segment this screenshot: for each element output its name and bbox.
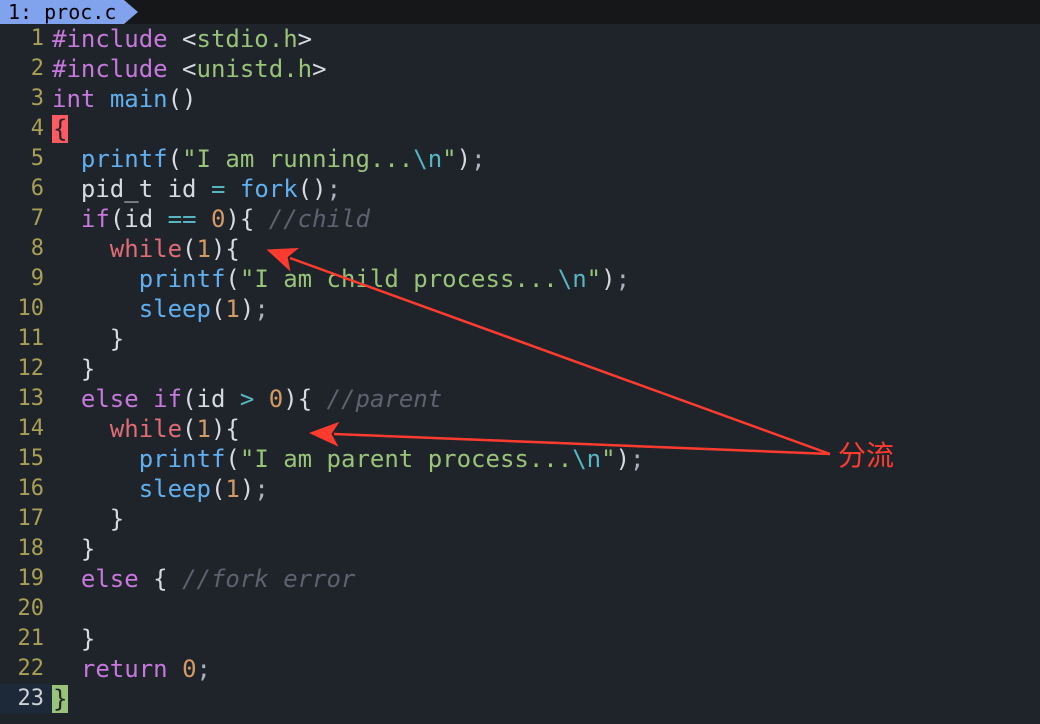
code-line: 20 xyxy=(0,594,1040,624)
code-line: 17 } xyxy=(0,504,1040,534)
line-number: 12 xyxy=(0,354,52,384)
code-line: 19 else { //fork error xyxy=(0,564,1040,594)
code-line: 11 } xyxy=(0,324,1040,354)
line-number: 1 xyxy=(0,24,52,54)
code-line: 9 printf("I am child process...\n"); xyxy=(0,264,1040,294)
code-line: 2 #include <unistd.h> xyxy=(0,54,1040,84)
code-line: 12 } xyxy=(0,354,1040,384)
line-number: 22 xyxy=(0,654,52,684)
code-line: 7 if(id == 0){ //child xyxy=(0,204,1040,234)
line-number: 17 xyxy=(0,504,52,534)
code-editor[interactable]: 1 #include <stdio.h> 2 #include <unistd.… xyxy=(0,24,1040,714)
line-number: 18 xyxy=(0,534,52,564)
line-number: 7 xyxy=(0,204,52,234)
code-line: 8 while(1){ xyxy=(0,234,1040,264)
line-number: 20 xyxy=(0,594,52,624)
code-line: 1 #include <stdio.h> xyxy=(0,24,1040,54)
line-number: 4 xyxy=(0,114,52,144)
tab-bar: 1: proc.c xyxy=(0,0,1040,24)
code-line: 18 } xyxy=(0,534,1040,564)
line-number: 15 xyxy=(0,444,52,474)
line-number: 21 xyxy=(0,624,52,654)
code-line: 22 return 0; xyxy=(0,654,1040,684)
code-line: 16 sleep(1); xyxy=(0,474,1040,504)
line-number: 14 xyxy=(0,414,52,444)
line-number: 5 xyxy=(0,144,52,174)
line-number: 13 xyxy=(0,384,52,414)
line-number: 9 xyxy=(0,264,52,294)
line-number: 2 xyxy=(0,54,52,84)
line-number: 11 xyxy=(0,324,52,354)
code-line: 13 else if(id > 0){ //parent xyxy=(0,384,1040,414)
line-number: 3 xyxy=(0,84,52,114)
line-number: 10 xyxy=(0,294,52,324)
code-line: 6 pid_t id = fork(); xyxy=(0,174,1040,204)
code-line: 5 printf("I am running...\n"); xyxy=(0,144,1040,174)
tab-proc-c[interactable]: 1: proc.c xyxy=(0,0,124,24)
line-number: 8 xyxy=(0,234,52,264)
code-line: 3 int main() xyxy=(0,84,1040,114)
close-brace-highlighted: } xyxy=(52,685,68,713)
code-line: 21 } xyxy=(0,624,1040,654)
line-number: 19 xyxy=(0,564,52,594)
annotation-label: 分流 xyxy=(838,434,894,474)
line-number: 6 xyxy=(0,174,52,204)
line-number-current: 23 xyxy=(0,684,52,714)
line-number: 16 xyxy=(0,474,52,504)
code-line: 10 sleep(1); xyxy=(0,294,1040,324)
code-line: 23 } xyxy=(0,684,1040,714)
open-brace-highlighted: { xyxy=(52,115,68,143)
code-line: 4 { xyxy=(0,114,1040,144)
